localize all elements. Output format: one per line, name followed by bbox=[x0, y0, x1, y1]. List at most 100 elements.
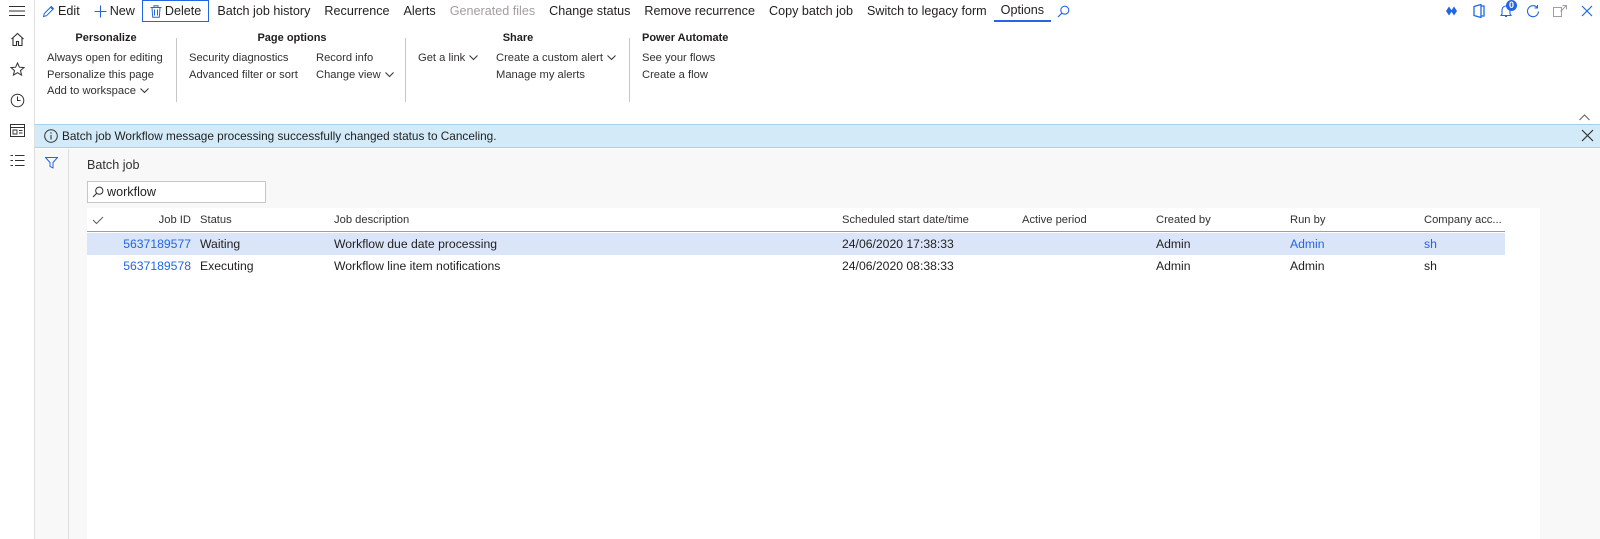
notifications-button[interactable]: 0 bbox=[1492, 0, 1519, 22]
always-open-for-editing-item[interactable]: Always open for editing bbox=[47, 50, 163, 67]
column-header-status[interactable]: Status bbox=[200, 208, 232, 232]
share-group: Share Get a link Create a custom alert M… bbox=[418, 31, 630, 81]
nav-rail bbox=[0, 0, 35, 539]
column-header-company-account[interactable]: Company acc... bbox=[1424, 208, 1502, 232]
create-a-flow-item[interactable]: Create a flow bbox=[642, 67, 715, 84]
search-input[interactable] bbox=[107, 185, 257, 199]
info-message-bar: Batch job Workflow message processing su… bbox=[35, 124, 1600, 148]
edit-button[interactable]: Edit bbox=[35, 0, 87, 22]
get-a-link-label: Get a link bbox=[418, 52, 466, 64]
filter-funnel-icon[interactable] bbox=[45, 157, 58, 169]
find-action-button[interactable] bbox=[1051, 0, 1076, 22]
table-row[interactable]: 5637189578 Executing Workflow line item … bbox=[87, 255, 1505, 277]
share-title: Share bbox=[502, 32, 534, 44]
change-status-button[interactable]: Change status bbox=[542, 0, 637, 22]
create-custom-alert-label: Create a custom alert bbox=[496, 52, 603, 64]
job-id-link[interactable]: 5637189578 bbox=[107, 255, 191, 277]
chevron-down-icon bbox=[384, 71, 394, 78]
get-a-link-item[interactable]: Get a link bbox=[418, 50, 479, 67]
advanced-filter-label: Advanced filter or sort bbox=[189, 68, 298, 81]
recent-clock-icon[interactable] bbox=[7, 90, 27, 110]
message-text: Batch job Workflow message processing su… bbox=[62, 129, 497, 143]
top-right-toolbar: 0 bbox=[1438, 0, 1600, 22]
security-diagnostics-item[interactable]: Security diagnostics bbox=[189, 50, 298, 67]
new-button[interactable]: New bbox=[87, 0, 142, 22]
column-header-job-id[interactable]: Job ID bbox=[127, 208, 191, 232]
tab-options[interactable]: Options bbox=[993, 0, 1052, 22]
delete-button[interactable]: Delete bbox=[141, 0, 210, 22]
power-automate-group: Power Automate See your flows Create a f… bbox=[642, 31, 762, 81]
page-title: Batch job bbox=[87, 158, 140, 172]
quick-filter-box[interactable] bbox=[87, 181, 266, 203]
collapse-ribbon-chevron-up-icon[interactable] bbox=[1579, 114, 1590, 121]
add-to-workspace-item[interactable]: Add to workspace bbox=[47, 83, 163, 100]
plus-icon bbox=[94, 5, 107, 18]
switch-legacy-form-label: Switch to legacy form bbox=[866, 4, 987, 18]
home-icon[interactable] bbox=[7, 29, 27, 49]
ribbon-divider bbox=[629, 38, 630, 102]
alerts-label: Alerts bbox=[403, 4, 436, 18]
personalize-page-label: Personalize this page bbox=[47, 68, 154, 81]
switch-legacy-form-button[interactable]: Switch to legacy form bbox=[860, 0, 994, 22]
batch-job-history-button[interactable]: Batch job history bbox=[209, 0, 317, 22]
grid-header: Job ID Status Job description Scheduled … bbox=[87, 208, 1505, 232]
personalize-this-page-item[interactable]: Personalize this page bbox=[47, 67, 163, 84]
batch-job-history-label: Batch job history bbox=[217, 4, 311, 18]
generated-files-button[interactable]: Generated files bbox=[443, 0, 542, 22]
alerts-button[interactable]: Alerts bbox=[397, 0, 443, 22]
search-icon bbox=[92, 186, 104, 198]
content-area: Batch job Job ID Status Job description … bbox=[35, 149, 1600, 539]
chevron-down-icon bbox=[607, 55, 616, 61]
select-all-checkmark-icon[interactable] bbox=[92, 208, 104, 232]
description-cell: Workflow line item notifications bbox=[334, 259, 501, 273]
column-header-run-by[interactable]: Run by bbox=[1290, 208, 1325, 232]
run-by-link[interactable]: Admin bbox=[1290, 233, 1325, 255]
run-by-cell: Admin bbox=[1290, 259, 1325, 273]
job-id-link[interactable]: 5637189577 bbox=[107, 233, 191, 255]
column-header-scheduled-start[interactable]: Scheduled start date/time bbox=[842, 208, 969, 232]
remove-recurrence-label: Remove recurrence bbox=[644, 4, 755, 18]
status-cell: Executing bbox=[200, 259, 254, 273]
create-custom-alert-item[interactable]: Create a custom alert bbox=[496, 50, 616, 67]
power-apps-icon[interactable] bbox=[1438, 0, 1465, 22]
ribbon-divider bbox=[176, 38, 177, 102]
page-options-title: Page options bbox=[257, 32, 327, 44]
hamburger-menu-icon[interactable] bbox=[7, 1, 27, 21]
open-new-window-icon[interactable] bbox=[1546, 0, 1573, 22]
record-info-label: Record info bbox=[316, 52, 374, 64]
create-a-flow-label: Create a flow bbox=[642, 68, 708, 81]
modules-list-icon[interactable] bbox=[7, 150, 27, 170]
column-header-created-by[interactable]: Created by bbox=[1156, 208, 1211, 232]
table-row[interactable]: 5637189577 Waiting Workflow due date pro… bbox=[87, 233, 1505, 255]
personalize-title: Personalize bbox=[75, 32, 137, 44]
change-view-item[interactable]: Change view bbox=[316, 67, 394, 84]
ribbon-divider bbox=[405, 38, 406, 102]
copy-batch-job-button[interactable]: Copy batch job bbox=[762, 0, 860, 22]
manage-my-alerts-item[interactable]: Manage my alerts bbox=[496, 67, 616, 84]
company-link[interactable]: sh bbox=[1424, 233, 1437, 255]
recurrence-label: Recurrence bbox=[324, 4, 390, 18]
refresh-icon[interactable] bbox=[1519, 0, 1546, 22]
workspaces-icon[interactable] bbox=[7, 120, 27, 140]
dismiss-message-close-icon[interactable] bbox=[1581, 129, 1594, 142]
see-your-flows-item[interactable]: See your flows bbox=[642, 50, 715, 67]
chevron-down-icon bbox=[140, 88, 149, 94]
remove-recurrence-button[interactable]: Remove recurrence bbox=[637, 0, 762, 22]
power-automate-title: Power Automate bbox=[642, 32, 729, 44]
recurrence-button[interactable]: Recurrence bbox=[317, 0, 396, 22]
manage-my-alerts-label: Manage my alerts bbox=[496, 68, 585, 81]
column-header-job-description[interactable]: Job description bbox=[334, 208, 409, 232]
generated-files-label: Generated files bbox=[449, 4, 536, 18]
notification-count-badge: 0 bbox=[1506, 0, 1517, 11]
company-cell: sh bbox=[1424, 259, 1437, 273]
filter-pane-rail bbox=[35, 149, 69, 539]
office-icon[interactable] bbox=[1465, 0, 1492, 22]
trash-icon bbox=[150, 4, 162, 18]
options-ribbon: Personalize Always open for editing Pers… bbox=[35, 22, 1600, 123]
record-info-item[interactable]: Record info bbox=[316, 50, 394, 67]
column-header-active-period[interactable]: Active period bbox=[1022, 208, 1087, 232]
favorites-star-icon[interactable] bbox=[7, 59, 27, 79]
security-diagnostics-label: Security diagnostics bbox=[189, 52, 289, 64]
close-form-icon[interactable] bbox=[1573, 0, 1600, 22]
advanced-filter-item[interactable]: Advanced filter or sort bbox=[189, 67, 298, 84]
